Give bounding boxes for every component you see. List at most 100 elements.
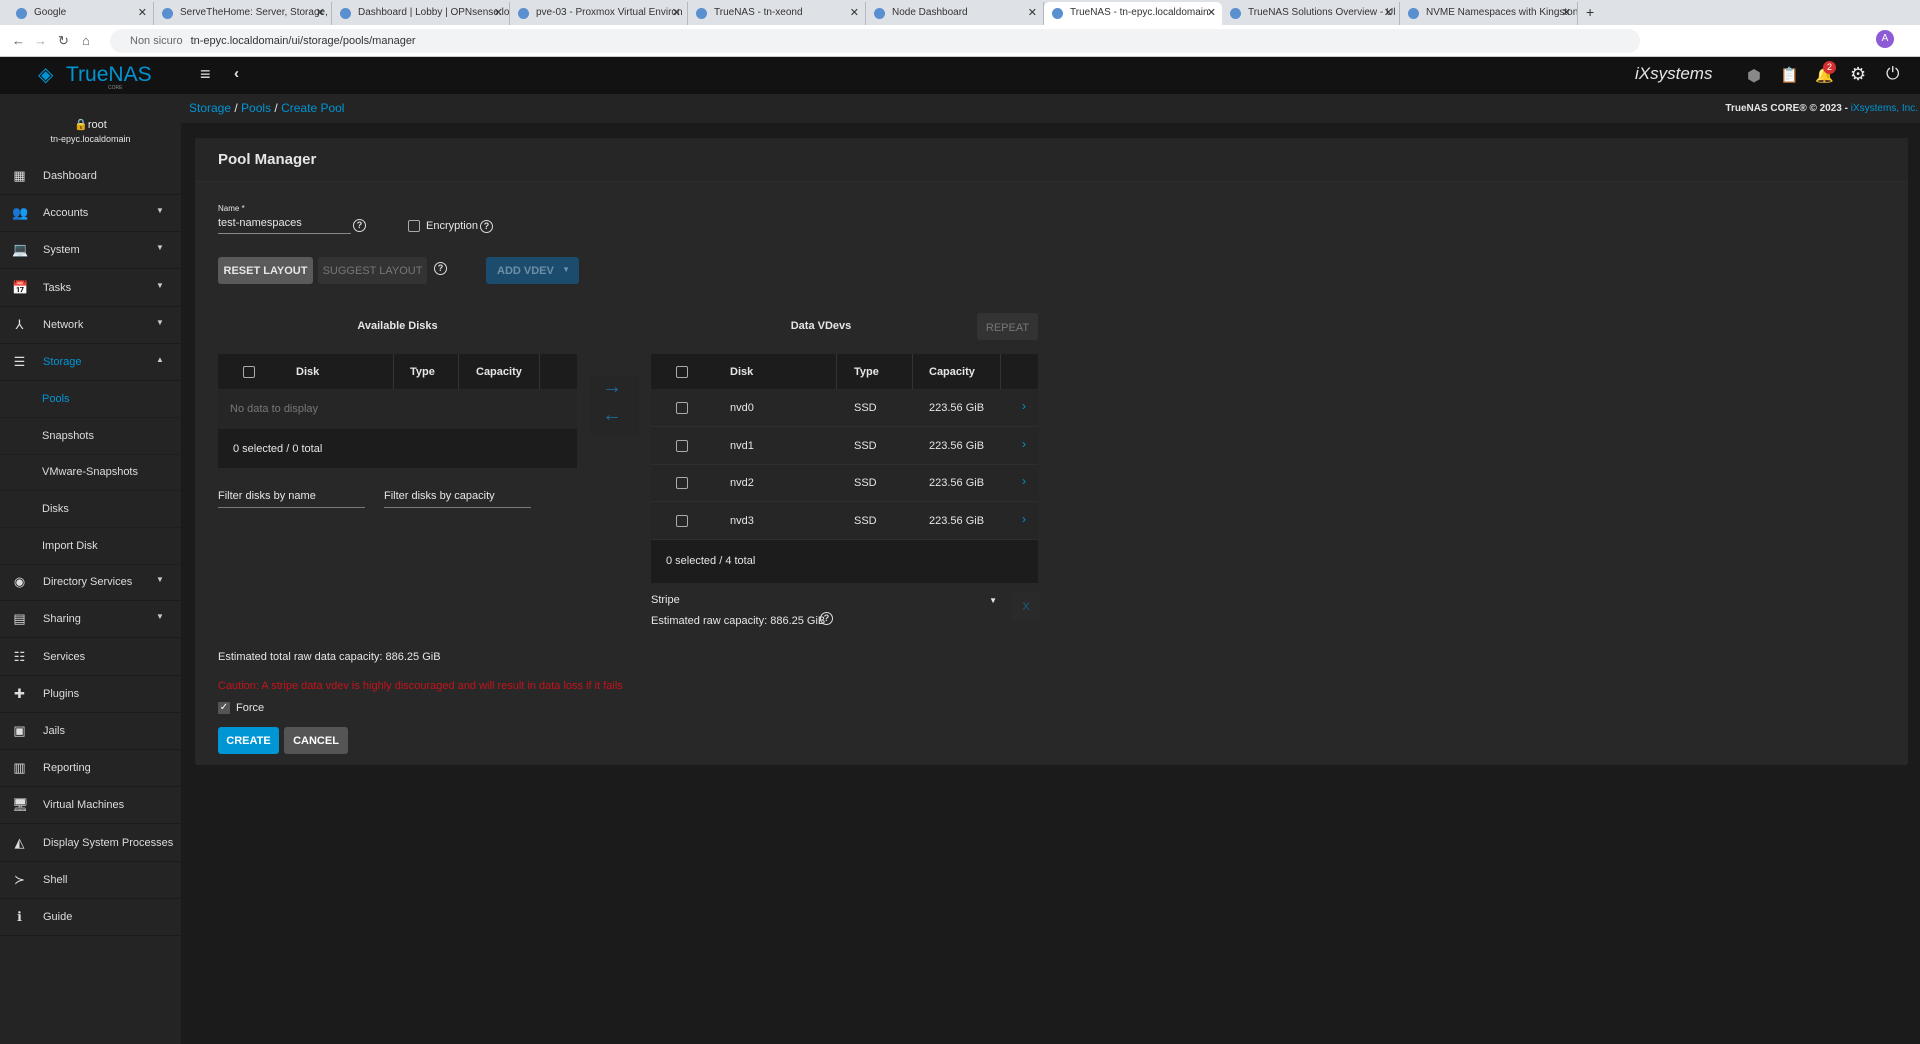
browser-tab[interactable]: TrueNAS - tn-epyc.localdomain ✕ xyxy=(1044,2,1222,25)
breadcrumb-pools[interactable]: Pools xyxy=(241,101,271,115)
sidebar-item-import-disk[interactable]: Import Disk xyxy=(0,528,181,565)
browser-tab[interactable]: NVME Namespaces with Kingston ✕ xyxy=(1400,2,1578,25)
move-left-arrow-icon[interactable]: ← xyxy=(602,404,622,427)
sidebar-item-guide[interactable]: ℹ Guide xyxy=(0,899,181,936)
forward-icon[interactable]: → xyxy=(34,33,47,48)
table-row[interactable]: nvd3 SSD 223.56 GiB › xyxy=(651,502,1038,541)
sidebar-item-virtual-machines[interactable]: 🖥 Virtual Machines xyxy=(0,787,181,825)
name-help-icon[interactable]: ? xyxy=(353,219,366,232)
sidebar-item-jails[interactable]: ▣ Jails xyxy=(0,713,181,750)
sidebar-item-tasks[interactable]: 📅 Tasks ▼ xyxy=(0,270,181,307)
select-all-checkbox[interactable] xyxy=(676,366,688,378)
sidebar-item-system[interactable]: 💻 System ▼ xyxy=(0,232,181,270)
sidebar-item-snapshots[interactable]: Snapshots xyxy=(0,418,181,455)
notification-badge: 2 xyxy=(1823,61,1836,74)
expand-chevron-icon[interactable]: › xyxy=(1022,437,1026,451)
column-capacity[interactable]: Capacity xyxy=(929,366,975,378)
sidebar-item-sharing[interactable]: ▤ Sharing ▼ xyxy=(0,601,181,639)
sidebar-item-network[interactable]: ⅄ Network ▼ xyxy=(0,307,181,344)
hamburger-menu-icon[interactable]: ≡ xyxy=(200,64,211,85)
encryption-help-icon[interactable]: ? xyxy=(480,220,493,233)
browser-tab[interactable]: pve-03 - Proxmox Virtual Environ ✕ xyxy=(510,2,688,25)
column-disk[interactable]: Disk xyxy=(296,366,319,378)
cancel-button[interactable]: CANCEL xyxy=(284,727,348,754)
move-right-arrow-icon[interactable]: → xyxy=(602,376,622,399)
row-checkbox[interactable] xyxy=(676,402,688,414)
close-tab-icon[interactable]: ✕ xyxy=(672,6,681,19)
sidebar-item-vmware-snapshots[interactable]: VMware-Snapshots xyxy=(0,454,181,492)
reload-icon[interactable]: ↻ xyxy=(58,33,69,49)
breadcrumb-storage[interactable]: Storage xyxy=(189,101,231,115)
row-checkbox[interactable] xyxy=(676,439,688,452)
clipboard-icon[interactable]: 📋 xyxy=(1780,66,1799,84)
table-row[interactable]: nvd1 SSD 223.56 GiB › xyxy=(651,427,1038,465)
sidebar-item-dashboard[interactable]: ▦ Dashboard xyxy=(0,158,181,195)
close-tab-icon[interactable]: ✕ xyxy=(1562,6,1571,19)
profile-avatar[interactable]: A xyxy=(1876,30,1894,48)
browser-tab[interactable]: Node Dashboard ✕ xyxy=(866,2,1044,25)
suggest-layout-button[interactable]: SUGGEST LAYOUT xyxy=(318,257,427,284)
column-disk[interactable]: Disk xyxy=(730,366,753,378)
sidebar-item-pools[interactable]: Pools xyxy=(0,381,181,419)
ixsystems-link[interactable]: iXsystems, Inc. xyxy=(1851,103,1918,114)
address-bar[interactable]: Non sicuro tn-epyc.localdomain/ui/storage… xyxy=(110,29,1640,53)
row-checkbox[interactable] xyxy=(676,477,688,490)
layout-help-icon[interactable]: ? xyxy=(434,262,447,275)
table-row[interactable]: nvd0 SSD 223.56 GiB › xyxy=(651,389,1038,427)
expand-chevron-icon[interactable]: › xyxy=(1022,512,1026,526)
table-header: Disk Type Capacity xyxy=(218,354,577,389)
column-capacity[interactable]: Capacity xyxy=(476,366,522,378)
sidebar-item-plugins[interactable]: ✚ Plugins xyxy=(0,676,181,713)
sidebar-item-reporting[interactable]: ▥ Reporting xyxy=(0,750,181,788)
force-checkbox[interactable]: ✓ xyxy=(218,702,230,714)
chevron-down-icon[interactable]: ▼ xyxy=(562,265,570,274)
sidebar-item-services[interactable]: ☷ Services xyxy=(0,639,181,676)
column-type[interactable]: Type xyxy=(854,366,879,378)
pool-name-input[interactable]: test-namespaces xyxy=(218,217,351,234)
new-tab-button[interactable]: + xyxy=(1586,4,1594,20)
browser-tab[interactable]: TrueNAS - tn-xeond ✕ xyxy=(688,2,866,25)
sidebar-item-display-system-processes[interactable]: ◭ Display System Processes xyxy=(0,825,181,862)
add-vdev-button[interactable]: ADD VDEV ▼ xyxy=(486,257,579,284)
table-row[interactable]: nvd2 SSD 223.56 GiB › xyxy=(651,464,1038,503)
encryption-checkbox[interactable] xyxy=(408,220,420,232)
ixsystems-logo: iXsystems xyxy=(1635,64,1713,83)
create-button[interactable]: CREATE xyxy=(218,727,279,754)
sidebar-item-directory-services[interactable]: ◉ Directory Services ▼ xyxy=(0,564,181,602)
back-icon[interactable]: ← xyxy=(12,33,25,48)
home-icon[interactable]: ⌂ xyxy=(82,33,90,48)
close-tab-icon[interactable]: ✕ xyxy=(138,6,147,19)
power-icon[interactable]: ⏻ xyxy=(1886,64,1899,84)
browser-tab[interactable]: TrueNAS Solutions Overview - Ul ✕ xyxy=(1222,2,1400,25)
close-tab-icon[interactable]: ✕ xyxy=(1028,6,1037,19)
repeat-button[interactable]: REPEAT xyxy=(977,313,1038,340)
remove-vdev-button[interactable]: X xyxy=(1012,593,1040,621)
reset-layout-button[interactable]: RESET LAYOUT xyxy=(218,257,313,284)
browser-tab[interactable]: Dashboard | Lobby | OPNsense.lo ✕ xyxy=(332,2,510,25)
filter-capacity-input[interactable]: Filter disks by capacity xyxy=(384,490,531,508)
vdev-layout-select[interactable]: Stripe ▼ xyxy=(651,594,1001,612)
sidebar-item-storage[interactable]: ☰ Storage ▲ xyxy=(0,344,181,381)
truecommand-icon[interactable]: ⬢ xyxy=(1747,66,1761,86)
browser-tab[interactable]: Google ✕ xyxy=(8,2,154,25)
column-type[interactable]: Type xyxy=(410,366,435,378)
close-tab-icon[interactable]: ✕ xyxy=(1207,6,1216,19)
browser-tab[interactable]: ServeTheHome: Server, Storage, ✕ xyxy=(154,2,332,25)
filter-name-input[interactable]: Filter disks by name xyxy=(218,490,365,508)
breadcrumb-create-pool: Create Pool xyxy=(281,101,345,115)
expand-chevron-icon[interactable]: › xyxy=(1022,474,1026,488)
row-checkbox[interactable] xyxy=(676,515,688,528)
close-tab-icon[interactable]: ✕ xyxy=(494,6,503,19)
sidebar-item-shell[interactable]: ≻ Shell xyxy=(0,862,181,899)
disk-name: nvd2 xyxy=(730,477,754,490)
select-all-checkbox[interactable] xyxy=(243,366,255,378)
close-tab-icon[interactable]: ✕ xyxy=(316,6,325,19)
close-tab-icon[interactable]: ✕ xyxy=(850,6,859,19)
settings-gear-icon[interactable]: ⚙ xyxy=(1850,64,1866,85)
collapse-chevron-icon[interactable]: ‹ xyxy=(234,65,239,82)
close-tab-icon[interactable]: ✕ xyxy=(1384,6,1393,19)
sidebar-item-accounts[interactable]: 👥 Accounts ▼ xyxy=(0,195,181,233)
expand-chevron-icon[interactable]: › xyxy=(1022,399,1026,413)
sidebar-item-disks[interactable]: Disks xyxy=(0,491,181,528)
raw-capacity-help-icon[interactable]: ? xyxy=(820,612,833,625)
